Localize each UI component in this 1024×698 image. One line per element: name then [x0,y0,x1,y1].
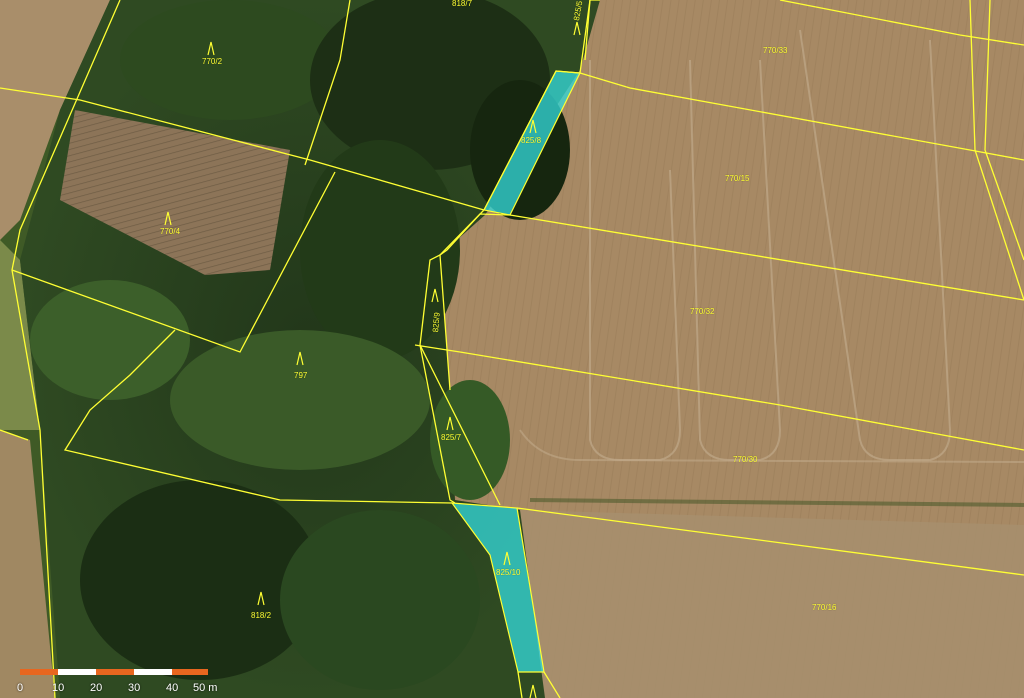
label-825-10: 825/10 [496,568,521,577]
label-818-7: 818/7 [452,0,473,8]
label-770-4: 770/4 [160,227,181,236]
scale-tick-0: 0 [17,682,24,694]
label-770-30: 770/30 [733,455,758,464]
scale-bar-labels: 0 10 20 30 40 50 m [0,683,240,698]
label-770-32: 770/32 [690,307,715,316]
label-825-8: 825/8 [521,136,542,145]
label-770-16: 770/16 [812,603,837,612]
label-770-33: 770/33 [763,46,788,55]
label-770-2: 770/2 [202,57,223,66]
scale-tick-40: 40 [166,682,179,694]
scale-tick-20: 20 [90,682,103,694]
scale-tick-10: 10 [52,682,65,694]
label-797: 797 [294,371,308,380]
label-818-2: 818/2 [251,611,272,620]
label-825-7: 825/7 [441,433,462,442]
scale-tick-30: 30 [128,682,141,694]
label-770-15: 770/15 [725,174,750,183]
scale-tick-50: 50 m [193,682,218,694]
aerial-imagery [0,0,1024,698]
cadastral-map[interactable]: 770/2 770/4 797 818/2 818/7 825/5 825/8 … [0,0,1024,698]
scale-bar [20,669,208,675]
